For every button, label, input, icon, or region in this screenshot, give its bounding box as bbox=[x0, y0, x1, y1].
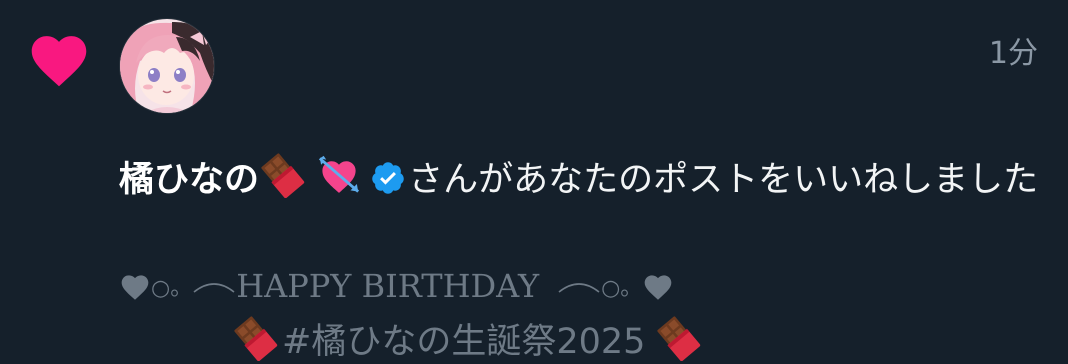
heart-with-arrow-icon bbox=[319, 155, 360, 193]
grey-heart-icon bbox=[644, 275, 672, 300]
like-heart-icon bbox=[31, 36, 87, 87]
tweet-preview-line-2[interactable]: #橘ひなの生誕祭2025 bbox=[232, 314, 701, 362]
deco-circles-right: ○。 bbox=[601, 276, 643, 301]
avatar[interactable] bbox=[119, 18, 215, 114]
chocolate-bar-icon bbox=[234, 316, 278, 361]
happy-birthday-text: HAPPY BIRTHDAY bbox=[236, 267, 540, 305]
wave-deco-icon bbox=[193, 283, 235, 293]
deco-circles-left: ○。 bbox=[151, 276, 193, 301]
chocolate-bar-icon bbox=[261, 153, 305, 198]
grey-heart-icon bbox=[121, 275, 149, 300]
notification-text: 橘ひなの さんがあなたのポストをいいねしました bbox=[119, 152, 1049, 205]
tweet-preview-line-1[interactable]: ○。 HAPPY BIRTHDAY ○。 bbox=[119, 262, 674, 310]
chocolate-bar-icon bbox=[657, 316, 701, 361]
user-name-link[interactable]: 橘ひなの bbox=[119, 160, 259, 200]
verified-badge-icon bbox=[372, 162, 404, 194]
action-text: さんがあなたのポストをいいねしました bbox=[408, 160, 1039, 200]
timestamp: 1分 bbox=[988, 36, 1038, 71]
wave-deco-icon bbox=[558, 283, 600, 293]
